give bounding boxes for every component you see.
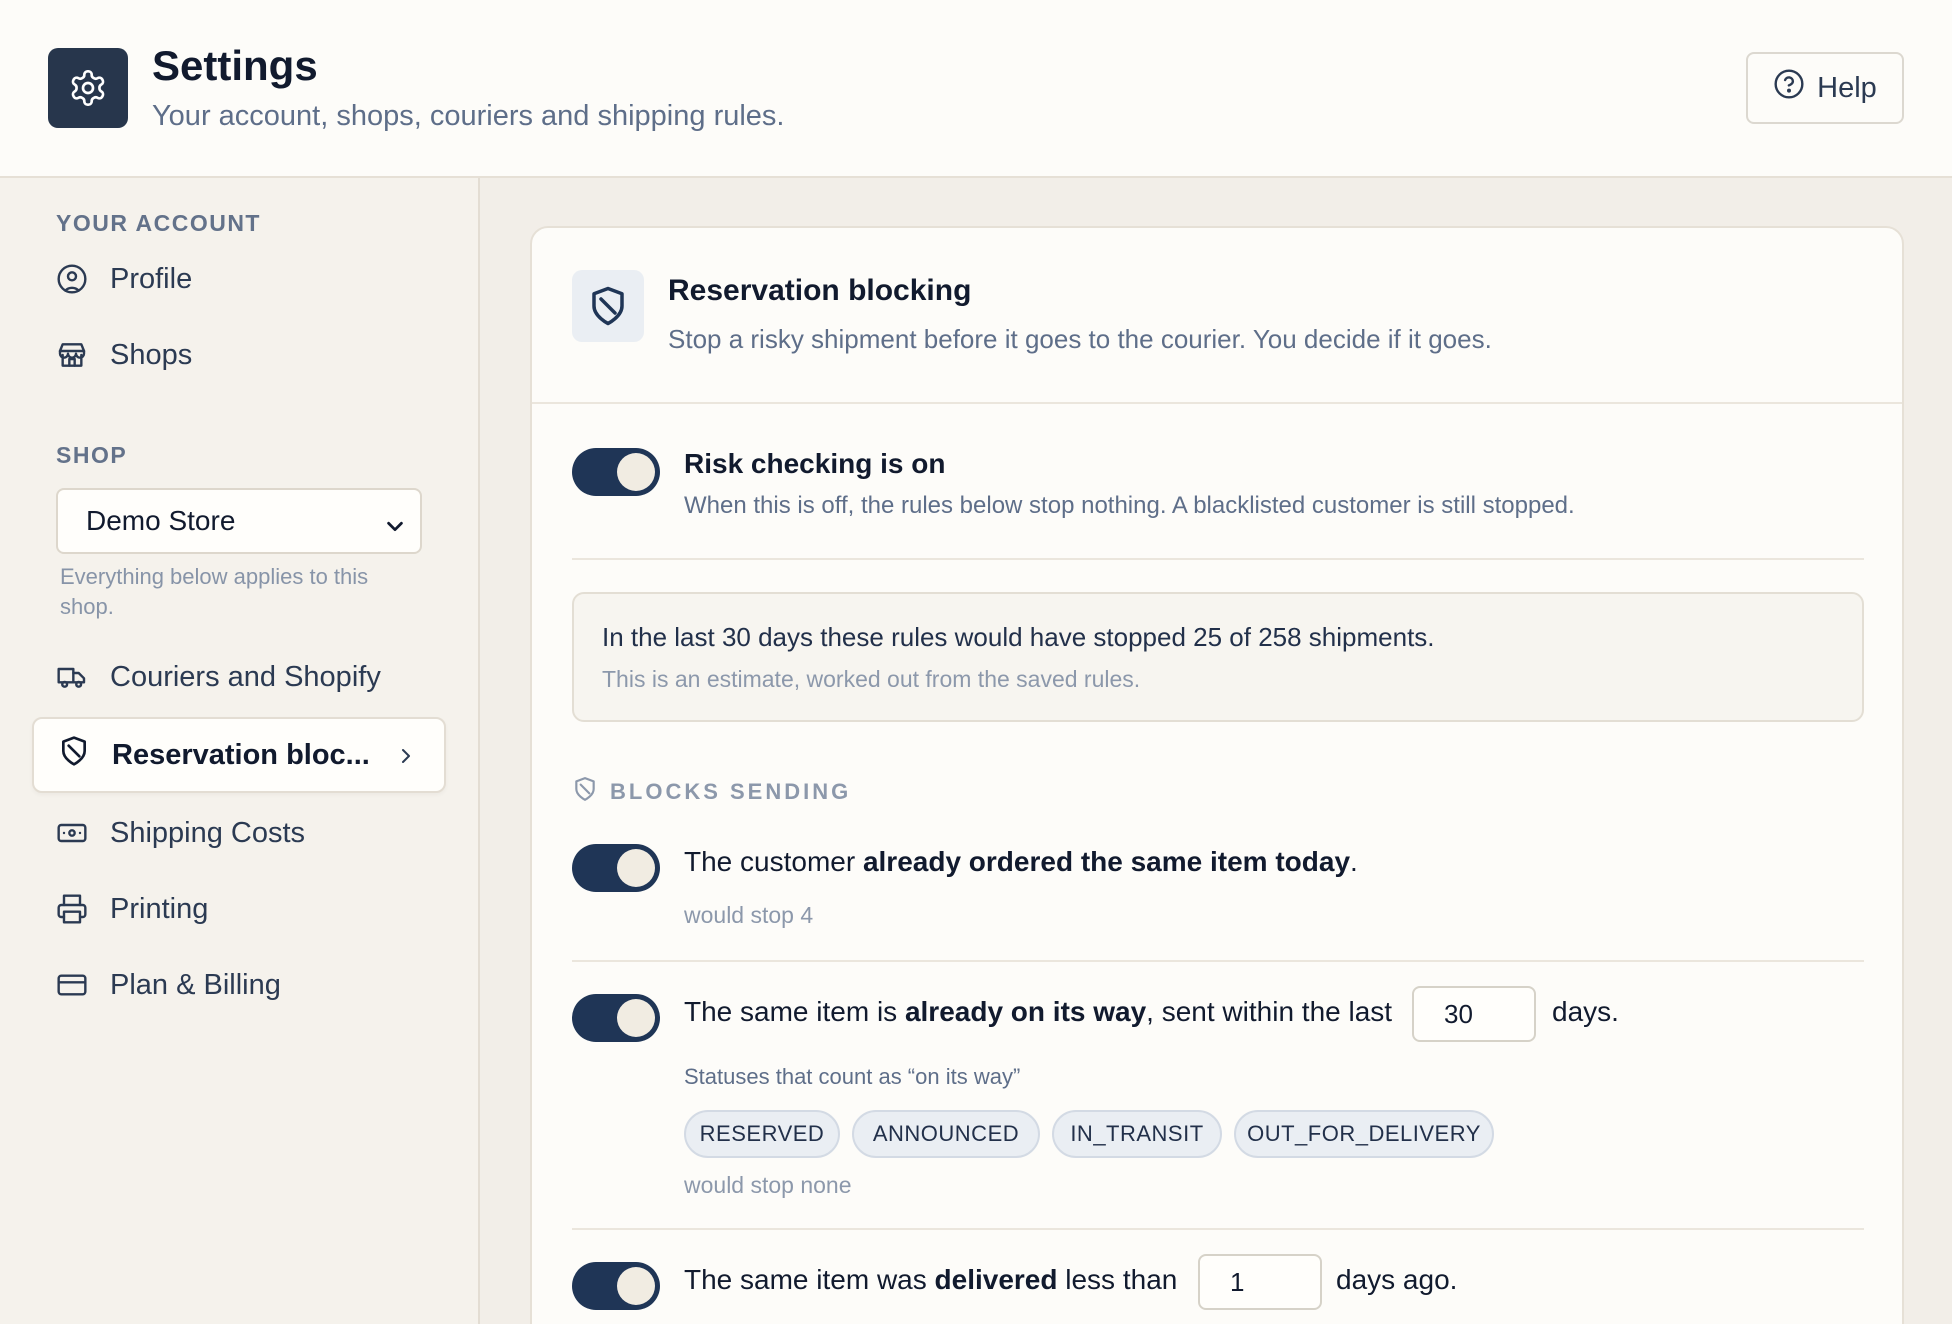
sidebar-item-label: Shops	[110, 338, 193, 371]
shield-icon	[572, 270, 644, 342]
section-label-shop: SHOP	[56, 442, 128, 468]
rule-same-item-today-toggle[interactable]	[572, 844, 660, 892]
toggle-knob	[617, 1267, 655, 1305]
sidebar-item-label: Reservation bloc...	[112, 738, 370, 771]
sidebar-item-shops[interactable]: Shops	[56, 330, 192, 380]
estimate-box: In the last 30 days these rules would ha…	[572, 592, 1864, 722]
rule-text-after: , sent within the last	[1146, 996, 1393, 1027]
card-header: Reservation blocking Stop a risky shipme…	[532, 228, 1902, 404]
shop-select[interactable]: Demo Store	[56, 488, 422, 554]
status-pill-in-transit[interactable]: IN_TRANSIT	[1052, 1110, 1222, 1158]
printer-icon	[56, 893, 88, 925]
sidebar-item-label: Shipping Costs	[110, 816, 306, 849]
rule-suffix: days ago.	[1336, 1264, 1458, 1295]
estimate-note: This is an estimate, worked out from the…	[602, 666, 1141, 692]
sidebar-item-plan-billing[interactable]: Plan & Billing	[56, 960, 281, 1010]
help-label: Help	[1817, 71, 1877, 104]
status-pill-announced[interactable]: ANNOUNCED	[852, 1110, 1040, 1158]
shop-select-value: Demo Store	[86, 505, 236, 536]
risk-checking-title: Risk checking is on	[684, 448, 946, 479]
sidebar-item-label: Printing	[110, 892, 209, 925]
rule-text-after: .	[1350, 846, 1358, 877]
rule-delivered-text: The same item was delivered less than	[684, 1264, 1177, 1296]
credit-card-icon	[56, 969, 88, 1001]
rule-result: would stop none	[684, 1172, 852, 1198]
status-pill-out-for-delivery[interactable]: OUT_FOR_DELIVERY	[1234, 1110, 1494, 1158]
settings-sidebar: YOUR ACCOUNT Profile Shops SHOP Demo Sto…	[0, 178, 480, 1324]
section-label-account: YOUR ACCOUNT	[56, 210, 261, 236]
app-header: Settings Your account, shops, couriers a…	[0, 0, 1952, 178]
gear-icon	[48, 48, 128, 128]
sidebar-item-couriers[interactable]: Couriers and Shopify	[56, 652, 381, 702]
rule-text-before: The same item was	[684, 1264, 935, 1295]
shield-icon	[572, 776, 598, 808]
card-description: Stop a risky shipment before it goes to …	[668, 324, 1492, 354]
banknote-icon	[56, 817, 88, 849]
sidebar-item-reservation-blocking[interactable]: Reservation bloc...	[32, 717, 446, 793]
risk-checking-toggle[interactable]	[572, 448, 660, 496]
rule-text-after: less than	[1057, 1264, 1178, 1295]
sidebar-item-label: Plan & Billing	[110, 968, 281, 1001]
sidebar-item-profile[interactable]: Profile	[56, 254, 192, 304]
help-button[interactable]: Help	[1746, 52, 1904, 124]
toggle-knob	[617, 453, 655, 491]
chevron-right-icon	[394, 743, 418, 776]
help-circle-icon	[1773, 68, 1805, 108]
truck-icon	[56, 661, 88, 693]
rule-delivered-toggle[interactable]	[572, 1262, 660, 1310]
status-pill-reserved[interactable]: RESERVED	[684, 1110, 840, 1158]
rule-text-before: The customer	[684, 846, 863, 877]
user-circle-icon	[56, 263, 88, 295]
blocks-sending-label: BLOCKS SENDING	[572, 776, 851, 808]
sidebar-item-label: Profile	[110, 262, 193, 295]
sidebar-item-label: Couriers and Shopify	[110, 660, 381, 693]
sidebar-item-printing[interactable]: Printing	[56, 884, 208, 934]
page-title: Settings	[152, 42, 318, 89]
blocks-sending-text: BLOCKS SENDING	[610, 779, 852, 804]
risk-checking-subtitle: When this is off, the rules below stop n…	[684, 492, 1575, 519]
shield-icon	[58, 735, 90, 775]
rule-result: would stop 4	[684, 902, 814, 928]
delivered-days-input[interactable]: 1	[1198, 1254, 1322, 1310]
rule-text-bold: already on its way	[904, 996, 1147, 1027]
rule-suffix: days.	[1552, 996, 1619, 1027]
rule-text-before: The same item is	[684, 996, 905, 1027]
statuses-label: Statuses that count as “on its way”	[684, 1064, 1021, 1089]
divider	[572, 558, 1864, 560]
sidebar-item-shipping-costs[interactable]: Shipping Costs	[56, 808, 305, 858]
chevron-down-icon	[384, 512, 406, 544]
card-title: Reservation blocking	[668, 274, 972, 307]
estimate-text: In the last 30 days these rules would ha…	[602, 622, 1435, 652]
divider	[572, 960, 1864, 962]
on-its-way-days-input[interactable]: 30	[1412, 986, 1536, 1042]
page-subtitle: Your account, shops, couriers and shippi…	[152, 100, 785, 132]
reservation-blocking-card: Reservation blocking Stop a risky shipme…	[530, 226, 1904, 1324]
rule-text-bold: delivered	[934, 1264, 1058, 1295]
rule-text-bold: already ordered the same item today	[862, 846, 1351, 877]
store-icon	[56, 339, 88, 371]
rule-on-its-way-text: The same item is already on its way, sen…	[684, 996, 1392, 1028]
rule-on-its-way-toggle[interactable]	[572, 994, 660, 1042]
toggle-knob	[617, 849, 655, 887]
toggle-knob	[617, 999, 655, 1037]
rule-same-item-today-text: The customer already ordered the same it…	[684, 846, 1358, 878]
divider	[572, 1228, 1864, 1230]
shop-hint: Everything below applies to this shop.	[60, 564, 369, 619]
